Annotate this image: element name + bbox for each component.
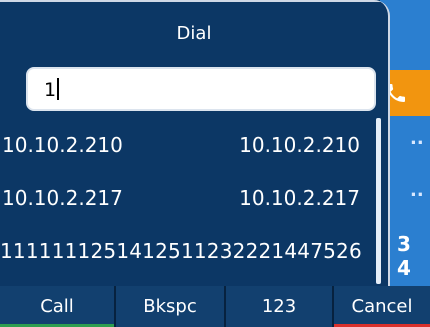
background-partial-number: 3 4 [397, 232, 412, 280]
suggestion-name: 10.10.2.210 [2, 133, 123, 157]
dial-number-value: 1 [44, 69, 60, 111]
suggestion-row[interactable]: 10.10.2.210 10.10.2.210 [0, 120, 374, 170]
input-mode-softkey[interactable]: 123 [226, 286, 334, 327]
cancel-softkey-label: Cancel [351, 296, 413, 317]
call-softkey[interactable]: Call [0, 286, 116, 327]
backspace-softkey-label: Bkspc [143, 296, 197, 317]
dialog-border [0, 0, 388, 2]
suggestion-number: 10.10.2.210 [239, 133, 360, 157]
scrollbar-thumb[interactable] [376, 118, 381, 284]
dial-dialog: Dial 1 10.10.2.210 10.10.2.210 10.10.2.2… [0, 0, 390, 287]
suggestion-number: 1111111251412511232221447526 [0, 239, 362, 263]
text-caret [57, 78, 60, 100]
softkey-bar: Call Bkspc 123 Cancel [0, 286, 430, 327]
dial-number-input[interactable]: 1 [26, 67, 376, 111]
input-mode-softkey-label: 123 [261, 296, 297, 317]
suggestion-scrollbar[interactable] [376, 118, 381, 284]
cancel-softkey[interactable]: Cancel [334, 286, 430, 327]
suggestion-name: 10.10.2.217 [2, 186, 123, 210]
background-dots: .. [410, 128, 424, 149]
dialog-title: Dial [176, 23, 212, 44]
suggestion-row[interactable]: 10.10.2.217 10.10.2.217 [0, 173, 374, 223]
background-dots: .. [410, 180, 424, 201]
call-softkey-label: Call [40, 296, 74, 317]
backspace-softkey[interactable]: Bkspc [116, 286, 226, 327]
suggestion-number: 10.10.2.217 [239, 186, 360, 210]
suggestion-row[interactable]: 1111111251412511232221447526 [0, 226, 374, 276]
